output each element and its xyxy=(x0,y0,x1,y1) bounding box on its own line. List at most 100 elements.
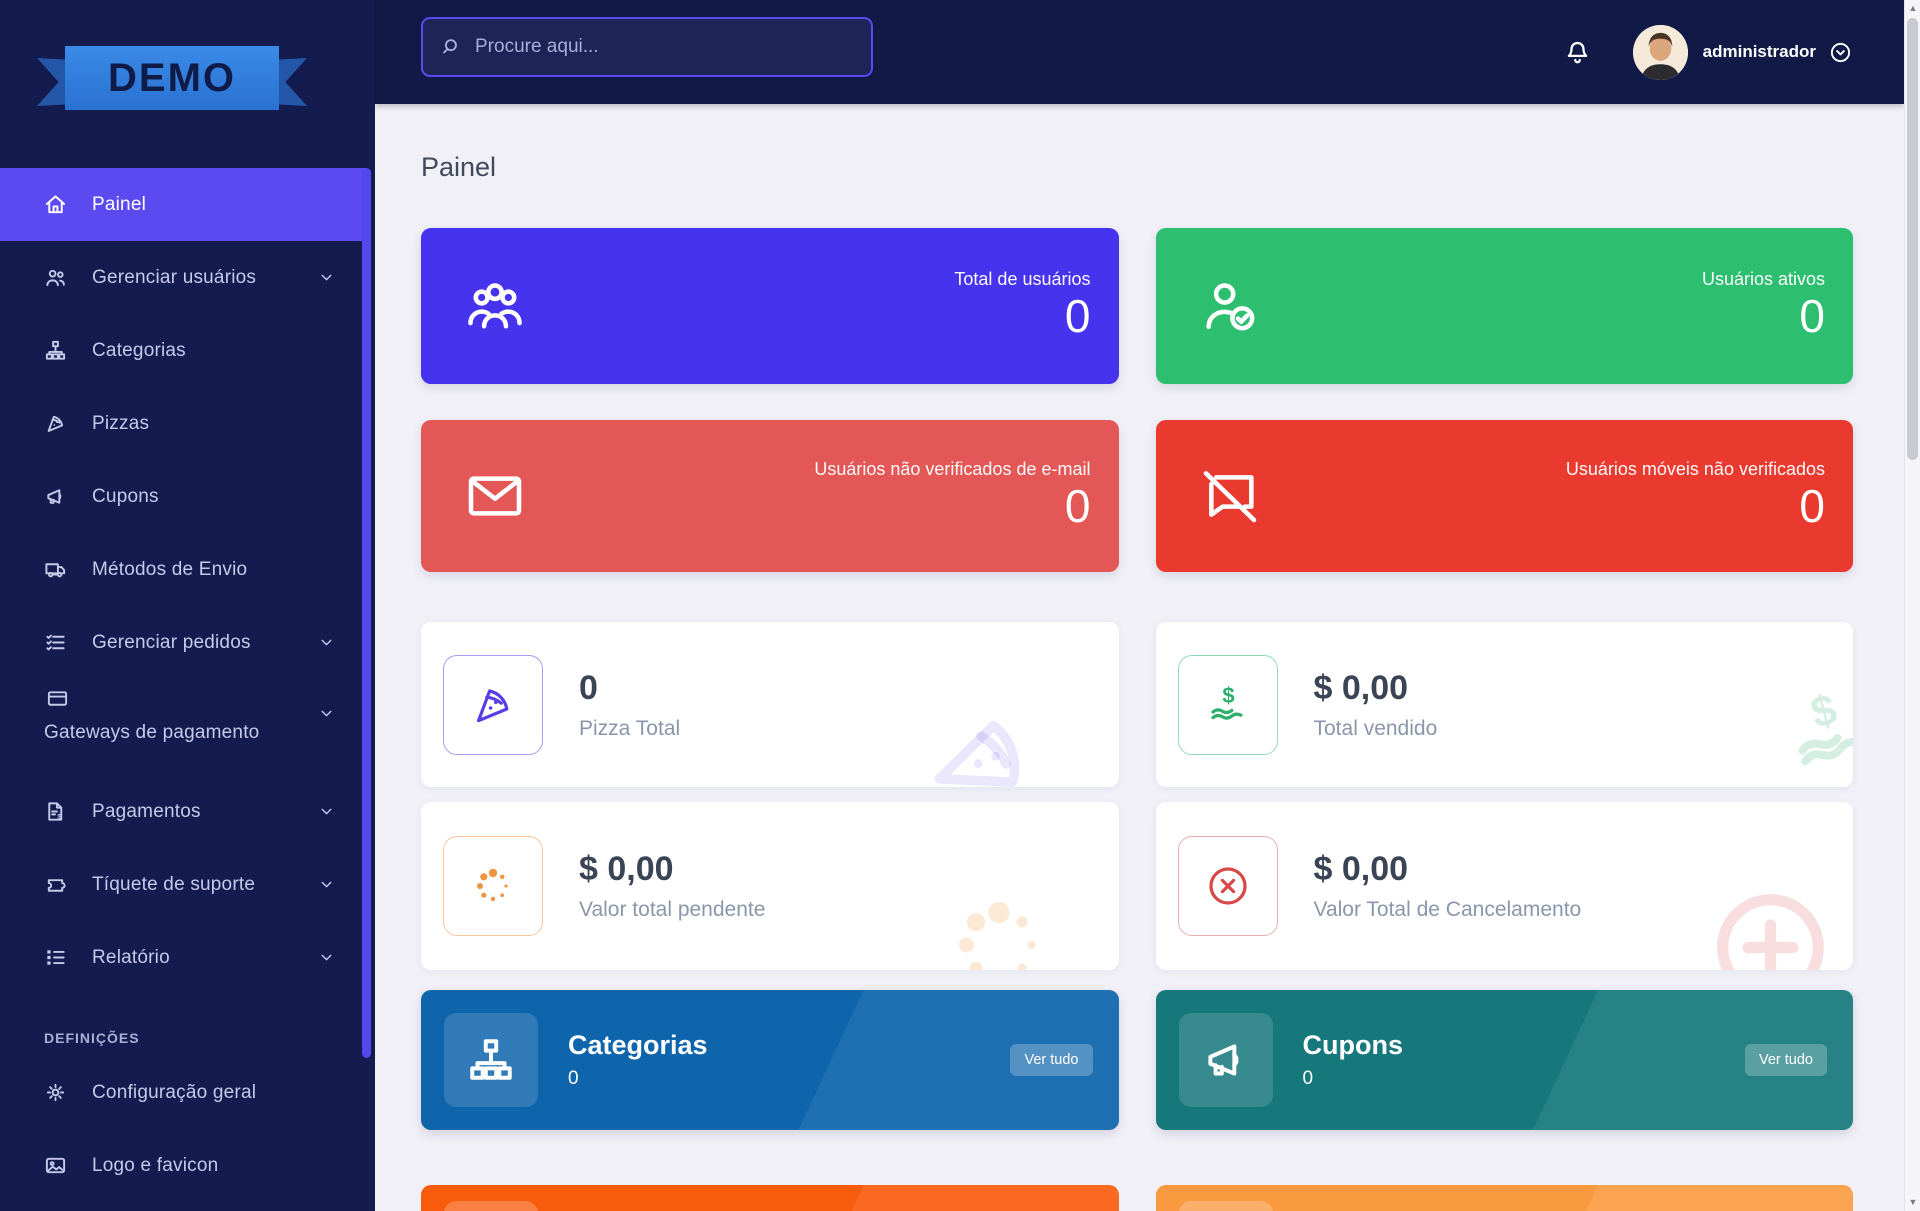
link-card-text: Cupons 0 xyxy=(1303,1030,1404,1090)
info-card-valor-pendente: $ 0,00 Valor total pendente xyxy=(421,802,1119,970)
info-label: Pizza Total xyxy=(579,717,680,741)
image-icon xyxy=(44,1154,67,1177)
gear-icon xyxy=(44,1081,67,1104)
stat-value: 0 xyxy=(954,290,1090,343)
info-row-1: 0 Pizza Total $ $ 0,00 Total vendido $ xyxy=(421,622,1853,787)
sidebar-item-label: Logo e favicon xyxy=(92,1155,218,1177)
pizza-watermark-icon xyxy=(910,683,1063,787)
ticket-icon xyxy=(44,873,67,896)
sidebar-item-gerenciar-pedidos[interactable]: Gerenciar pedidos xyxy=(0,606,367,679)
icon-box xyxy=(444,1201,538,1211)
sms-slash-icon xyxy=(1198,464,1262,528)
sidebar-item-label: Tíquete de suporte xyxy=(92,874,255,896)
info-value: $ 0,00 xyxy=(579,850,765,889)
info-row-2: $ 0,00 Valor total pendente $ 0,00 Valor… xyxy=(421,802,1853,970)
sidebar-item-relatorio[interactable]: Relatório xyxy=(0,921,367,994)
pizza-icon xyxy=(44,412,67,435)
username-label[interactable]: administrador xyxy=(1703,42,1816,62)
link-card-categorias[interactable]: Categorias 0 Ver tudo xyxy=(421,990,1119,1130)
search-box xyxy=(421,17,873,77)
scroll-up-arrow-icon[interactable]: ▲ xyxy=(1905,0,1920,17)
sidebar-item-gerenciar-usuarios[interactable]: Gerenciar usuários xyxy=(0,241,367,314)
link-card-value: 0 xyxy=(568,1068,708,1090)
sidebar-item-categorias[interactable]: Categorias xyxy=(0,314,367,387)
ver-tudo-badge[interactable]: Ver tudo xyxy=(1010,1044,1092,1076)
stat-card-moveis-nao-verificados: Usuários móveis não verificados 0 xyxy=(1156,420,1854,572)
icon-box xyxy=(1178,836,1278,936)
logo-text: DEMO xyxy=(108,56,236,101)
demo-logo: DEMO xyxy=(37,40,307,120)
sitemap-icon xyxy=(466,1035,516,1085)
chevron-circle-down-icon[interactable] xyxy=(1829,41,1852,64)
info-label: Valor total pendente xyxy=(579,898,765,922)
truck-icon xyxy=(44,558,67,581)
circle-plus-watermark-icon xyxy=(1703,880,1838,970)
page-title: Painel xyxy=(421,152,1853,182)
info-label: Valor Total de Cancelamento xyxy=(1314,898,1582,922)
topbar-right: administrador xyxy=(1564,0,1852,104)
chevron-down-icon xyxy=(318,876,335,893)
stat-value: 0 xyxy=(1566,480,1825,533)
icon-box: $ xyxy=(1178,655,1278,755)
link-card-partial-1[interactable] xyxy=(421,1185,1119,1211)
sidebar: DEMO Painel Gerenciar usuários Categoria… xyxy=(0,0,375,1211)
sidebar-item-label: Relatório xyxy=(92,947,170,969)
avatar[interactable] xyxy=(1633,25,1688,80)
logo-banner: DEMO xyxy=(65,46,279,110)
sidebar-scrollbar-thumb[interactable] xyxy=(362,168,371,1058)
icon-box xyxy=(1179,1201,1273,1211)
sidebar-item-painel[interactable]: Painel xyxy=(0,168,367,241)
search-input[interactable] xyxy=(475,36,855,58)
scrollbar-thumb[interactable] xyxy=(1907,18,1918,460)
sidebar-item-pizzas[interactable]: Pizzas xyxy=(0,387,367,460)
chevron-down-icon xyxy=(318,705,335,722)
spinner-icon xyxy=(469,862,517,910)
link-card-partial-2[interactable] xyxy=(1156,1185,1854,1211)
stat-label: Usuários móveis não verificados xyxy=(1566,459,1825,480)
envelope-icon xyxy=(463,464,527,528)
sidebar-nav: Painel Gerenciar usuários Categorias Piz… xyxy=(0,168,367,1202)
hand-dollar-watermark-icon: $ xyxy=(1769,671,1853,787)
notification-bell-icon[interactable] xyxy=(1564,39,1591,66)
sidebar-item-gateways-de-pagamento[interactable]: Gateways de pagamento xyxy=(0,679,367,775)
svg-text:$: $ xyxy=(57,812,62,821)
megaphone-icon xyxy=(1201,1035,1251,1085)
link-row-2 xyxy=(421,1185,1853,1211)
users-icon xyxy=(44,266,67,289)
circle-x-icon xyxy=(1204,862,1252,910)
chevron-down-icon xyxy=(318,269,335,286)
link-card-title: Categorias xyxy=(568,1030,708,1061)
link-card-cupons[interactable]: Cupons 0 Ver tudo xyxy=(1156,990,1854,1130)
sidebar-item-tiquete-de-suporte[interactable]: Tíquete de suporte xyxy=(0,848,367,921)
stat-value: 0 xyxy=(814,480,1090,533)
info-value: $ 0,00 xyxy=(1314,850,1582,889)
sidebar-item-label: Pagamentos xyxy=(92,801,201,823)
sidebar-item-label: Gerenciar pedidos xyxy=(92,632,251,654)
info-value: 0 xyxy=(579,669,680,708)
report-list-icon xyxy=(44,946,67,969)
sidebar-item-logo-e-favicon[interactable]: Logo e favicon xyxy=(0,1129,367,1202)
chevron-down-icon xyxy=(318,634,335,651)
stat-card-total-usuarios: Total de usuários 0 xyxy=(421,228,1119,384)
sidebar-item-label: Painel xyxy=(92,194,146,216)
credit-card-icon xyxy=(46,687,69,710)
scroll-down-arrow-icon[interactable]: ▼ xyxy=(1905,1194,1920,1211)
svg-text:$: $ xyxy=(1222,683,1234,708)
sidebar-item-configuracao-geral[interactable]: Configuração geral xyxy=(0,1056,367,1129)
info-card-pizza-total: 0 Pizza Total xyxy=(421,622,1119,787)
stat-text: Usuários móveis não verificados 0 xyxy=(1566,459,1825,533)
ver-tudo-badge[interactable]: Ver tudo xyxy=(1745,1044,1827,1076)
sidebar-item-metodos-de-envio[interactable]: Métodos de Envio xyxy=(0,533,367,606)
window-scrollbar[interactable]: ▲ ▼ xyxy=(1904,0,1920,1211)
info-card-total-vendido: $ $ 0,00 Total vendido $ xyxy=(1156,622,1854,787)
stat-value: 0 xyxy=(1702,290,1825,343)
info-label: Total vendido xyxy=(1314,717,1438,741)
search-icon xyxy=(439,36,461,58)
home-icon xyxy=(44,193,67,216)
topbar: administrador xyxy=(375,0,1904,104)
chevron-down-icon xyxy=(318,803,335,820)
sidebar-item-pagamentos[interactable]: $ Pagamentos xyxy=(0,775,367,848)
sidebar-item-cupons[interactable]: Cupons xyxy=(0,460,367,533)
link-row-1: Categorias 0 Ver tudo Cupons 0 Ver tudo xyxy=(421,990,1853,1130)
main-content: Painel Total de usuários 0 Usuários ativ… xyxy=(375,104,1904,1211)
